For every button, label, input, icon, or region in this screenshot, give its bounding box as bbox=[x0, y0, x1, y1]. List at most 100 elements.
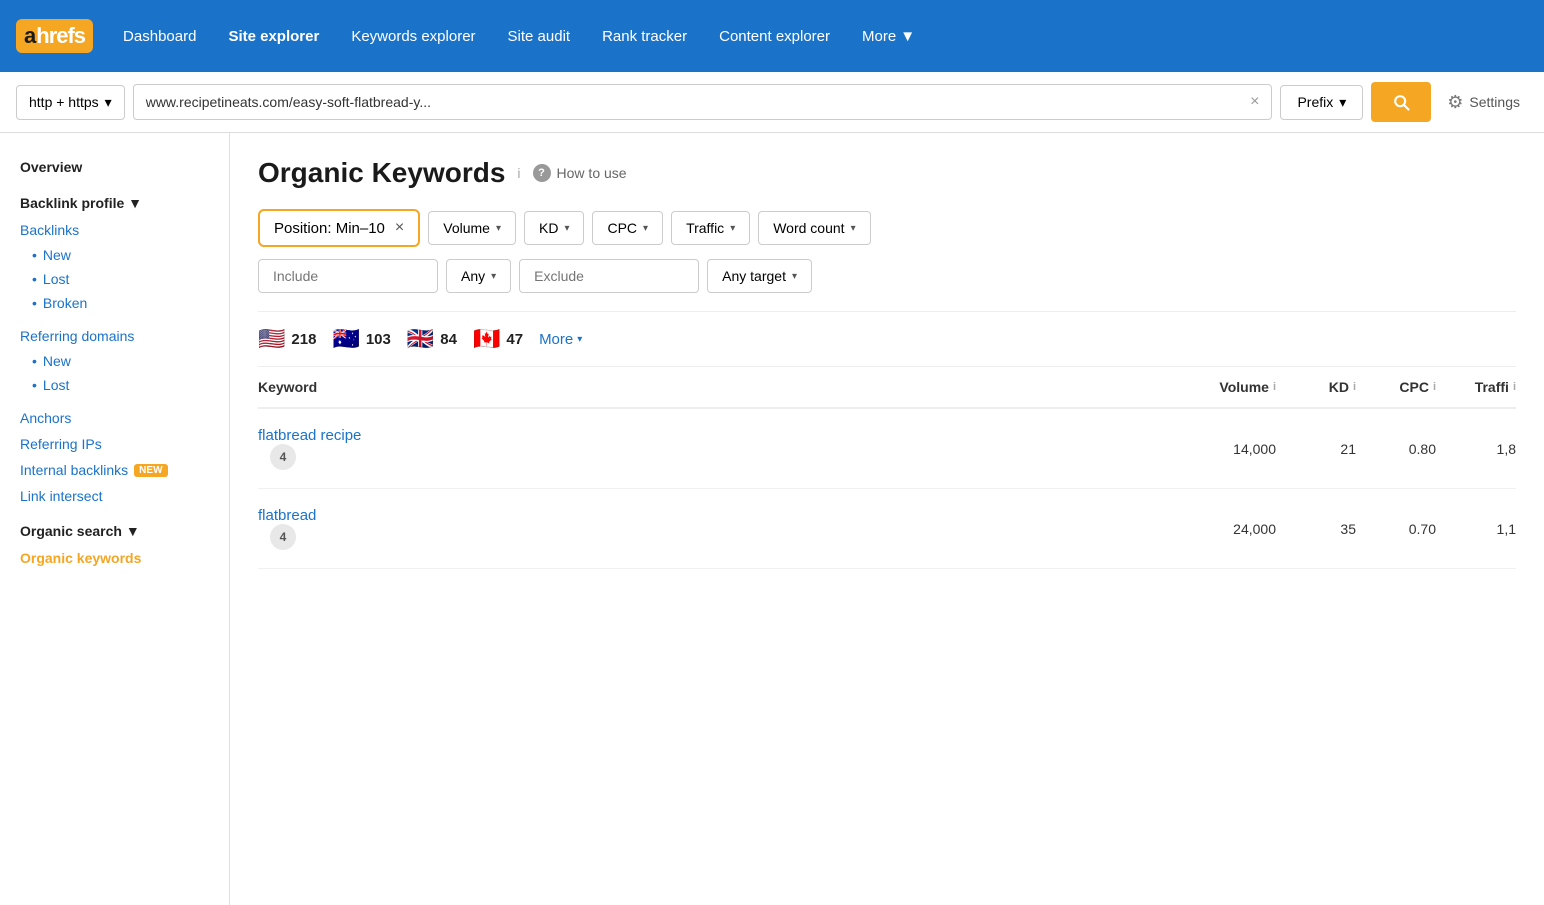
search-icon bbox=[1391, 92, 1411, 112]
ca-flag-icon: 🇨🇦 bbox=[473, 326, 500, 352]
col-header-volume: Volume i bbox=[1156, 379, 1276, 395]
filter-row-2: Any ▾ Any target ▾ bbox=[258, 259, 1516, 293]
title-info-icon[interactable]: i bbox=[517, 165, 520, 181]
sidebar-organic-search[interactable]: Organic search ▼ bbox=[0, 517, 229, 545]
keyword-link-flatbread[interactable]: flatbread bbox=[258, 507, 316, 524]
nav-rank-tracker[interactable]: Rank tracker bbox=[588, 20, 701, 53]
keyword-link-flatbread-recipe[interactable]: flatbread recipe bbox=[258, 427, 361, 444]
top-navigation: a hrefs Dashboard Site explorer Keywords… bbox=[0, 0, 1544, 72]
sidebar-item-backlinks[interactable]: Backlinks bbox=[0, 217, 229, 243]
search-bar: http + https ▾ www.recipetineats.com/eas… bbox=[0, 72, 1544, 133]
nav-more-button[interactable]: More ▼ bbox=[848, 20, 929, 53]
word-count-filter-button[interactable]: Word count ▾ bbox=[758, 211, 870, 245]
content-area: Organic Keywords i ? How to use Position… bbox=[230, 133, 1544, 905]
traffic-value: 1,1 bbox=[1497, 521, 1516, 537]
flag-ca[interactable]: 🇨🇦 47 bbox=[473, 326, 523, 352]
nav-more-chevron-icon: ▼ bbox=[900, 28, 915, 45]
protocol-select[interactable]: http + https ▾ bbox=[16, 85, 125, 120]
kd-value: 35 bbox=[1340, 521, 1356, 537]
traffic-filter-label: Traffic bbox=[686, 220, 724, 236]
word-count-chevron-icon: ▾ bbox=[851, 223, 856, 234]
sidebar-item-backlinks-new[interactable]: New bbox=[0, 243, 229, 267]
position-filter-close[interactable]: × bbox=[395, 219, 404, 237]
how-to-use-label: How to use bbox=[557, 165, 627, 181]
volume-value: 14,000 bbox=[1233, 441, 1276, 457]
exclude-input[interactable] bbox=[519, 259, 699, 293]
word-count-filter-label: Word count bbox=[773, 220, 844, 236]
col-header-cpc: CPC i bbox=[1356, 379, 1436, 395]
row-kd-cell: 35 bbox=[1276, 521, 1356, 537]
position-filter-label: Position: Min–10 bbox=[274, 220, 385, 237]
flag-us[interactable]: 🇺🇸 218 bbox=[258, 326, 316, 352]
include-input[interactable] bbox=[258, 259, 438, 293]
keywords-table: Keyword Volume i KD i CPC i Traffi i bbox=[258, 367, 1516, 569]
row-traffic-cell: 1,8 bbox=[1436, 441, 1516, 457]
sidebar-backlink-profile[interactable]: Backlink profile ▼ bbox=[0, 189, 229, 217]
nav-content-explorer[interactable]: Content explorer bbox=[705, 20, 844, 53]
col-header-keyword: Keyword bbox=[258, 379, 1156, 395]
sidebar-item-referring-domains-lost[interactable]: Lost bbox=[0, 373, 229, 397]
sidebar-item-anchors[interactable]: Anchors bbox=[0, 405, 229, 431]
nav-site-explorer[interactable]: Site explorer bbox=[214, 20, 333, 53]
us-flag-icon: 🇺🇸 bbox=[258, 326, 285, 352]
row-cpc-cell: 0.70 bbox=[1356, 521, 1436, 537]
url-input-container[interactable]: www.recipetineats.com/easy-soft-flatbrea… bbox=[133, 84, 1273, 120]
volume-filter-button[interactable]: Volume ▾ bbox=[428, 211, 516, 245]
flag-au[interactable]: 🇦🇺 103 bbox=[332, 326, 390, 352]
volume-filter-label: Volume bbox=[443, 220, 490, 236]
sidebar-item-referring-ips[interactable]: Referring IPs bbox=[0, 431, 229, 457]
sidebar-item-backlinks-broken[interactable]: Broken bbox=[0, 291, 229, 315]
position-filter-tag[interactable]: Position: Min–10 × bbox=[258, 209, 420, 247]
search-button[interactable] bbox=[1371, 82, 1431, 122]
url-clear-button[interactable]: × bbox=[1250, 93, 1259, 111]
col-header-kd: KD i bbox=[1276, 379, 1356, 395]
traffic-filter-button[interactable]: Traffic ▾ bbox=[671, 211, 750, 245]
table-row: flatbread 4 24,000 35 0.70 1,1 bbox=[258, 489, 1516, 569]
sidebar-item-link-intersect[interactable]: Link intersect bbox=[0, 483, 229, 509]
au-count: 103 bbox=[366, 331, 391, 348]
url-value: www.recipetineats.com/easy-soft-flatbrea… bbox=[146, 94, 431, 110]
sidebar-item-organic-keywords[interactable]: Organic keywords bbox=[0, 545, 229, 571]
sidebar-overview[interactable]: Overview bbox=[0, 153, 229, 181]
protocol-chevron-icon: ▾ bbox=[105, 94, 112, 111]
any-target-button[interactable]: Any target ▾ bbox=[707, 259, 812, 293]
kd-filter-button[interactable]: KD ▾ bbox=[524, 211, 584, 245]
flags-more-label: More bbox=[539, 331, 573, 348]
settings-link[interactable]: ⚙ Settings bbox=[1439, 92, 1528, 113]
any-target-label: Any target bbox=[722, 268, 786, 284]
sidebar-item-internal-backlinks[interactable]: Internal backlinks NEW bbox=[0, 457, 229, 483]
nav-keywords-explorer[interactable]: Keywords explorer bbox=[337, 20, 489, 53]
mode-chevron-icon: ▾ bbox=[1339, 94, 1346, 111]
sidebar-item-referring-domains[interactable]: Referring domains bbox=[0, 323, 229, 349]
flags-more-button[interactable]: More ▾ bbox=[539, 331, 582, 348]
position-badge: 4 bbox=[270, 524, 296, 550]
table-header: Keyword Volume i KD i CPC i Traffi i bbox=[258, 367, 1516, 409]
sidebar-item-referring-domains-new[interactable]: New bbox=[0, 349, 229, 373]
cpc-filter-button[interactable]: CPC ▾ bbox=[592, 211, 663, 245]
sidebar-item-backlinks-lost[interactable]: Lost bbox=[0, 267, 229, 291]
traffic-info-icon[interactable]: i bbox=[1513, 381, 1516, 393]
row-volume-cell: 24,000 bbox=[1156, 521, 1276, 537]
nav-dashboard[interactable]: Dashboard bbox=[109, 20, 210, 53]
question-icon: ? bbox=[533, 164, 551, 182]
nav-site-audit[interactable]: Site audit bbox=[494, 20, 585, 53]
kd-filter-label: KD bbox=[539, 220, 558, 236]
gb-flag-icon: 🇬🇧 bbox=[407, 326, 434, 352]
protocol-label: http + https bbox=[29, 94, 99, 110]
sidebar: Overview Backlink profile ▼ Backlinks Ne… bbox=[0, 133, 230, 905]
row-keyword-cell: flatbread 4 bbox=[258, 507, 1156, 550]
row-traffic-cell: 1,1 bbox=[1436, 521, 1516, 537]
main-layout: Overview Backlink profile ▼ Backlinks Ne… bbox=[0, 133, 1544, 905]
cpc-chevron-icon: ▾ bbox=[643, 223, 648, 234]
logo[interactable]: a hrefs bbox=[16, 19, 93, 53]
page-title-row: Organic Keywords i ? How to use bbox=[258, 157, 1516, 189]
any-button[interactable]: Any ▾ bbox=[446, 259, 511, 293]
how-to-use-link[interactable]: ? How to use bbox=[533, 164, 627, 182]
any-chevron-icon: ▾ bbox=[491, 271, 496, 282]
row-volume-cell: 14,000 bbox=[1156, 441, 1276, 457]
mode-select[interactable]: Prefix ▾ bbox=[1280, 85, 1363, 120]
position-badge: 4 bbox=[270, 444, 296, 470]
flag-gb[interactable]: 🇬🇧 84 bbox=[407, 326, 457, 352]
volume-value: 24,000 bbox=[1233, 521, 1276, 537]
au-flag-icon: 🇦🇺 bbox=[332, 326, 359, 352]
